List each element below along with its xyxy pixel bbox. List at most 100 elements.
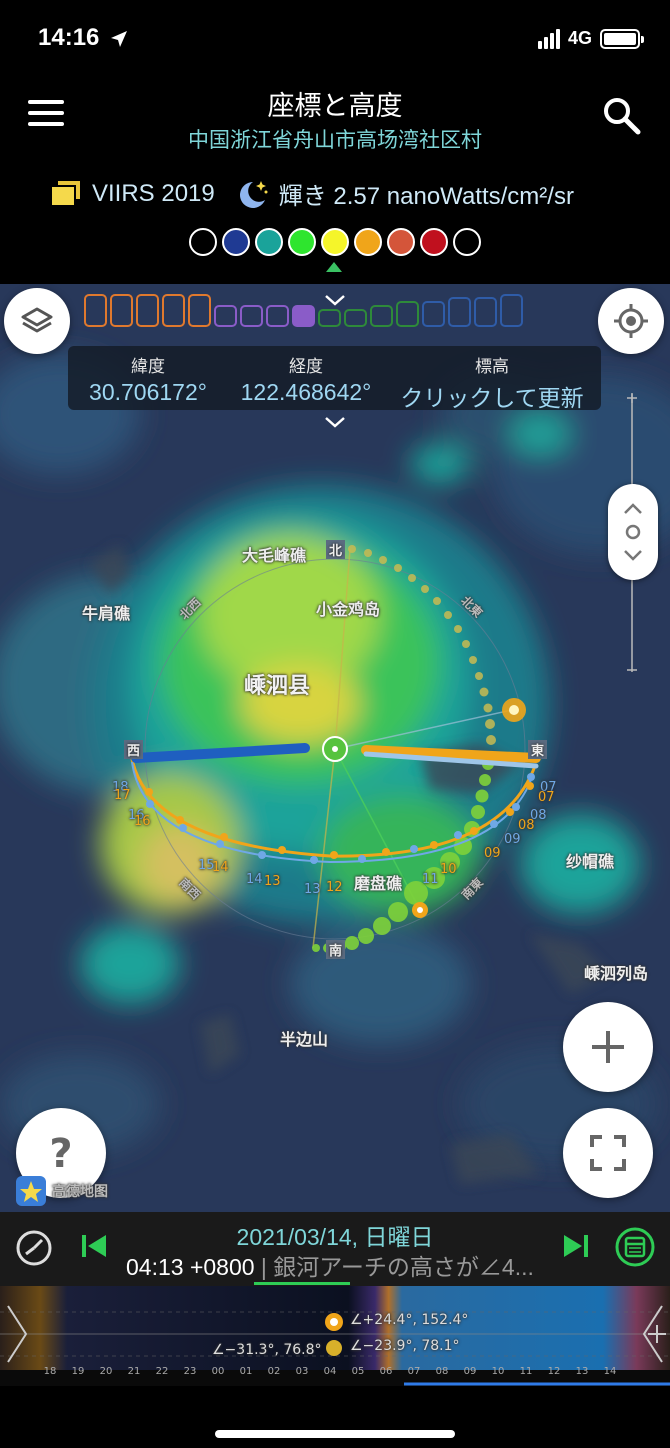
hour-tick: 11 — [519, 1366, 533, 1377]
hour-label-orange: 13 — [264, 874, 281, 889]
hour-tick: 10 — [491, 1366, 505, 1377]
hour-tick: 22 — [155, 1366, 169, 1377]
hour-tick: 20 — [99, 1366, 113, 1377]
hour-tick: 12 — [547, 1366, 561, 1377]
location-arrow-icon — [111, 31, 127, 47]
swatch-2[interactable] — [255, 228, 283, 256]
hour-tick: 03 — [295, 1366, 309, 1377]
zoom-slider-handle[interactable] — [608, 484, 658, 580]
hour-label-orange: 14 — [212, 860, 229, 875]
compass-west: 西 — [124, 740, 144, 759]
altitude-timeline[interactable]: ∠+24.4°, 152.4° ∠−31.3°, 76.8° ∠−23.9°, … — [0, 1286, 670, 1386]
amap-logo-icon — [16, 1176, 46, 1206]
hour-tick: 02 — [267, 1366, 281, 1377]
swatch-3[interactable] — [288, 228, 316, 256]
time-line[interactable]: 04:13 +0800 | 銀河アーチの高さが∠4... — [126, 1248, 546, 1282]
crosshair-icon — [614, 304, 648, 338]
hour-tick: 23 — [183, 1366, 197, 1377]
hour-tick: 04 — [323, 1366, 337, 1377]
signal-icon — [537, 28, 560, 49]
hour-tick: 13 — [575, 1366, 589, 1377]
latitude-block: 緯度 30.706172° — [78, 352, 218, 406]
hour-label-orange: 09 — [484, 846, 501, 861]
hour-label-orange: 17 — [114, 788, 131, 803]
network-type: 4G — [567, 28, 592, 48]
latitude-value: 30.706172° — [89, 379, 207, 405]
location-subtitle[interactable]: 中国浙江省舟山市高场湾社区村 — [0, 124, 670, 154]
hour-tick: 00 — [211, 1366, 225, 1377]
place-label: 磨盘礁 — [354, 874, 403, 893]
place-label: 牛肩礁 — [82, 604, 131, 623]
hour-scale-bar[interactable] — [84, 294, 523, 327]
moon-stars-icon — [239, 180, 268, 208]
elevation-update-link[interactable]: クリックして更新 — [392, 379, 592, 413]
longitude-block: 経度 122.468642° — [228, 352, 384, 406]
hour-tick: 08 — [435, 1366, 449, 1377]
fullscreen-icon — [590, 1135, 626, 1171]
time-label: 04:13 +0800 — [126, 1254, 255, 1280]
layers-button[interactable] — [4, 288, 70, 354]
swatch-8[interactable] — [453, 228, 481, 256]
longitude-value: 122.468642° — [240, 379, 372, 405]
swatch-5[interactable] — [354, 228, 382, 256]
compass-north: 北 — [326, 540, 346, 559]
hour-label-blue: 09 — [504, 832, 521, 847]
brightness-value: 輝き 2.57 nanoWatts/cm²/sr — [278, 183, 574, 210]
hour-tick: 01 — [239, 1366, 253, 1377]
battery-icon — [600, 28, 644, 49]
place-label: 大毛峰礁 — [242, 546, 307, 565]
plus-icon — [592, 1031, 624, 1063]
place-label: 小金鸡岛 — [316, 600, 381, 619]
swatch-4[interactable] — [321, 228, 349, 256]
hour-tick: 18 — [43, 1366, 57, 1377]
hour-tick: 19 — [71, 1366, 85, 1377]
time-control-bar: 2021/03/14, 日曜日 04:13 +0800 | 銀河アーチの高さが∠… — [0, 1212, 670, 1286]
swatch-1[interactable] — [222, 228, 250, 256]
color-legend[interactable] — [0, 228, 670, 256]
swatch-7[interactable] — [420, 228, 448, 256]
hour-label-orange: 12 — [326, 880, 343, 895]
layers-stack-icon — [21, 307, 53, 333]
hour-label-blue: 13 — [304, 882, 321, 897]
hour-label-blue: 14 — [246, 872, 263, 887]
compass-east: 東 — [528, 740, 548, 759]
layer-info[interactable]: VIIRS 2019 輝き 2.57 nanoWatts/cm²/sr — [48, 176, 574, 211]
swatch-6[interactable] — [387, 228, 415, 256]
sun-altitude: ∠−23.9°, 78.1° — [350, 1338, 460, 1354]
fullscreen-button[interactable] — [563, 1108, 653, 1198]
hour-label-blue: 11 — [422, 872, 439, 887]
chevron-down-icon[interactable] — [324, 294, 346, 308]
question-mark-icon: ? — [49, 1131, 72, 1177]
hour-tick: 06 — [379, 1366, 393, 1377]
hour-tick: 14 — [603, 1366, 617, 1377]
svg-text:?: ? — [49, 1131, 72, 1177]
selected-swatch-indicator — [326, 262, 342, 272]
status-bar: 14:16 4G — [0, 0, 670, 80]
map-attribution: 高德地图 — [16, 1176, 108, 1206]
locate-me-button[interactable] — [598, 288, 664, 354]
swatch-0[interactable] — [189, 228, 217, 256]
elevation-block[interactable]: 標高 クリックして更新 — [392, 352, 592, 413]
timeline-hours: 18 19 20 21 22 23 00 01 02 03 04 05 06 0… — [36, 1366, 624, 1377]
home-indicator[interactable] — [0, 1386, 670, 1448]
coordinate-panel[interactable]: 緯度 30.706172° 経度 122.468642° 標高 クリックして更新 — [68, 346, 601, 413]
place-label: 半边山 — [280, 1030, 329, 1049]
chevron-down-icon[interactable] — [324, 416, 346, 430]
milky-way-altitude: ∠+24.4°, 152.4° — [350, 1312, 469, 1328]
calendar-icon[interactable] — [614, 1226, 656, 1268]
event-description: | 銀河アーチの高さが∠4... — [254, 1254, 534, 1280]
search-icon[interactable] — [600, 94, 644, 138]
place-label: 纱帽礁 — [566, 852, 615, 871]
place-label: 嵊泗列岛 — [584, 964, 649, 983]
skip-forward-icon[interactable] — [562, 1232, 590, 1260]
hour-label-orange: 10 — [440, 862, 457, 877]
hour-label-orange: 07 — [538, 790, 555, 805]
layer-name: VIIRS 2019 — [92, 179, 215, 207]
zoom-in-button[interactable] — [563, 1002, 653, 1092]
active-indicator — [254, 1282, 350, 1285]
map-view[interactable]: 北 西 東 南 北西 北東 南西 南東 大毛峰礁 小金鸡岛 牛肩礁 嵊泗县 磨盘… — [0, 284, 670, 1212]
layers-icon — [48, 178, 82, 209]
elevation-label: 標高 — [475, 357, 509, 377]
hour-tick: 21 — [127, 1366, 141, 1377]
hour-tick: 09 — [463, 1366, 477, 1377]
